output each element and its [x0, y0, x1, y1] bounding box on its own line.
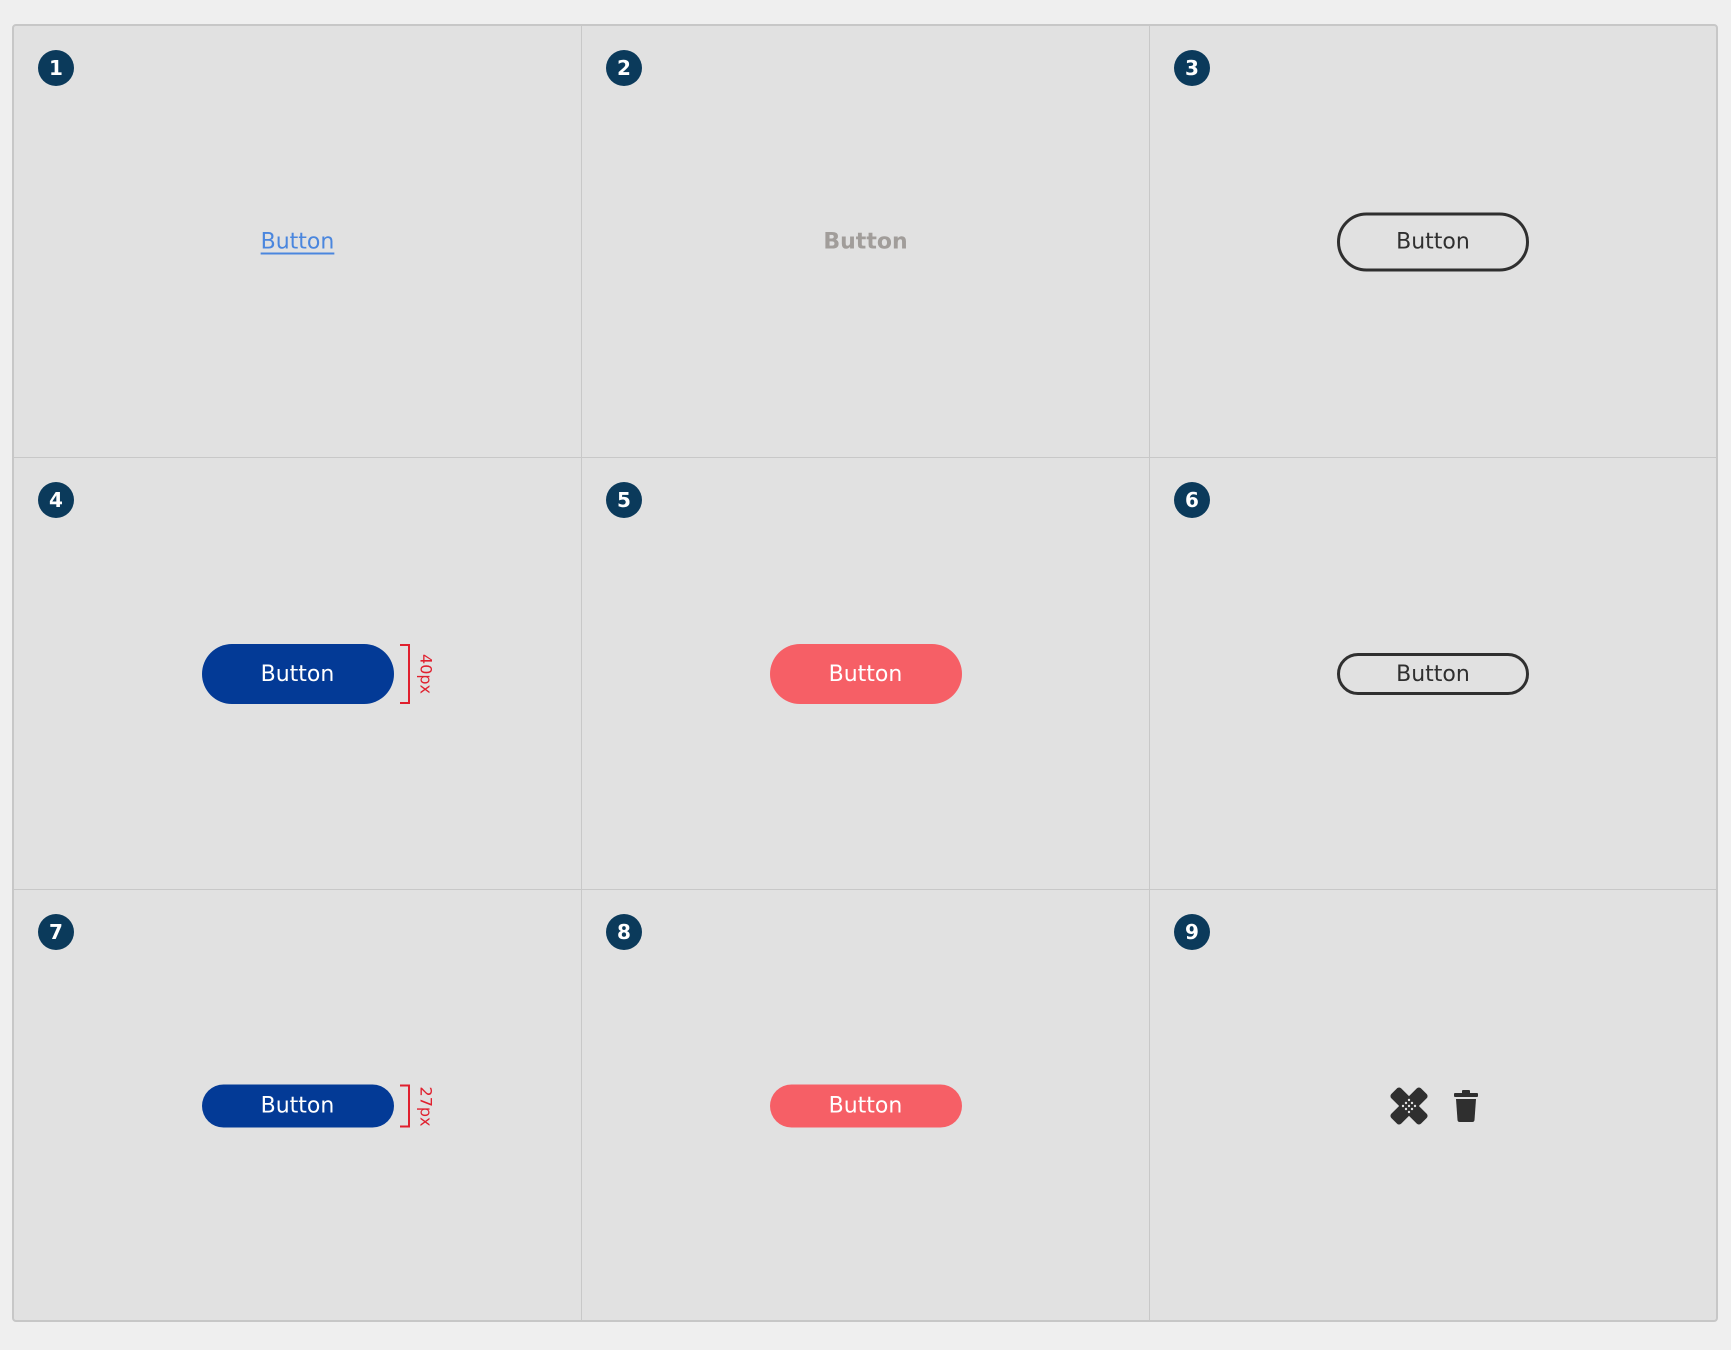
icon-button-group: [1387, 1086, 1479, 1126]
number-badge: 7: [38, 914, 74, 950]
variant-cell-2: 2 Button: [582, 26, 1150, 458]
outline-button[interactable]: Button: [1337, 212, 1529, 272]
variant-cell-5: 5 Button: [582, 458, 1150, 890]
number-badge: 1: [38, 50, 74, 86]
bandage-icon[interactable]: [1389, 1086, 1429, 1126]
primary-small-button-with-measure: Button 27px: [201, 1084, 435, 1128]
number-badge: 5: [606, 482, 642, 518]
number-badge: 8: [606, 914, 642, 950]
variant-cell-1: 1 Button: [14, 26, 582, 458]
button-variants-grid: 1 Button 2 Button 3 Button 4 Button 40px…: [12, 24, 1718, 1322]
danger-button[interactable]: Button: [769, 644, 962, 704]
variant-cell-6: 6 Button: [1150, 458, 1716, 890]
variant-cell-4: 4 Button 40px: [14, 458, 582, 890]
number-badge: 6: [1174, 482, 1210, 518]
height-bracket: [399, 644, 410, 704]
height-label: 40px: [416, 654, 435, 694]
danger-button-small[interactable]: Button: [769, 1084, 962, 1128]
number-badge: 3: [1174, 50, 1210, 86]
number-badge: 4: [38, 482, 74, 518]
primary-button-with-measure: Button 40px: [201, 644, 435, 704]
text-button[interactable]: Button: [823, 230, 907, 255]
variant-cell-7: 7 Button 27px: [14, 890, 582, 1320]
primary-button-small[interactable]: Button: [201, 1084, 394, 1128]
link-button[interactable]: Button: [261, 230, 335, 255]
number-badge: 2: [606, 50, 642, 86]
number-badge: 9: [1174, 914, 1210, 950]
outline-button-small[interactable]: Button: [1337, 653, 1529, 695]
variant-cell-3: 3 Button: [1150, 26, 1716, 458]
variant-cell-9: 9: [1150, 890, 1716, 1320]
variant-cell-8: 8 Button: [582, 890, 1150, 1320]
trash-icon[interactable]: [1453, 1090, 1479, 1122]
height-label: 27px: [416, 1086, 435, 1126]
height-bracket: [399, 1084, 410, 1128]
primary-button[interactable]: Button: [201, 644, 394, 704]
